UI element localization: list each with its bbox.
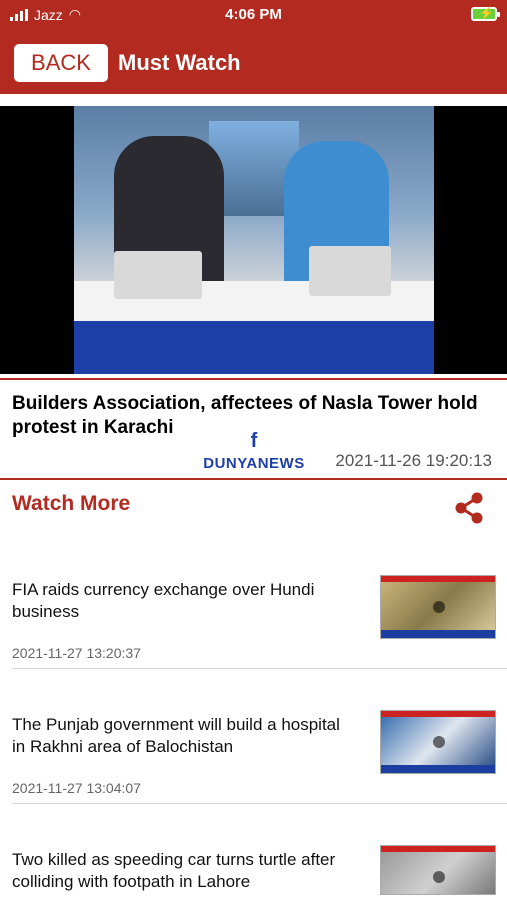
divider (0, 378, 507, 380)
list-item[interactable]: The Punjab government will build a hospi… (0, 710, 507, 805)
laptop-right (309, 246, 391, 296)
list-item-thumbnail (380, 575, 496, 639)
list-item-thumbnail (380, 845, 496, 895)
list-item[interactable]: Two killed as speeding car turns turtle … (0, 845, 507, 900)
play-icon (433, 736, 445, 748)
play-icon (433, 601, 445, 613)
page-title: Must Watch (118, 50, 241, 75)
header-bar: BACK Must Watch (0, 30, 507, 94)
list-item-title: FIA raids currency exchange over Hundi b… (12, 580, 315, 621)
status-bar: Jazz ◠ 4:06 PM ⚡ (0, 0, 507, 30)
desk-base (74, 321, 434, 374)
featured-date: 2021-11-26 19:20:13 (335, 451, 492, 470)
channel-brand: DUNYANEWS (184, 453, 324, 473)
list-item-date: 2021-11-27 13:20:37 (12, 645, 141, 661)
laptop-left (114, 251, 202, 299)
share-icon[interactable] (452, 491, 486, 525)
divider (12, 803, 507, 804)
back-button[interactable]: BACK (14, 44, 108, 82)
list-item-title: The Punjab government will build a hospi… (12, 715, 340, 756)
divider (0, 478, 507, 480)
list-item[interactable]: FIA raids currency exchange over Hundi b… (0, 575, 507, 670)
list-item-thumbnail (380, 710, 496, 774)
list-item-date: 2021-11-27 13:04:07 (12, 780, 141, 796)
status-time: 4:06 PM (225, 6, 282, 23)
featured-title: Builders Association, affectees of Nasla… (12, 393, 478, 438)
video-frame (74, 106, 434, 374)
video-player[interactable]: f DUNYANEWS (0, 106, 507, 473)
play-icon (433, 871, 445, 883)
list-item-title: Two killed as speeding car turns turtle … (12, 850, 336, 891)
watch-more-title: Watch More (12, 492, 131, 515)
battery-icon: ⚡ (471, 6, 500, 21)
divider (12, 668, 507, 669)
